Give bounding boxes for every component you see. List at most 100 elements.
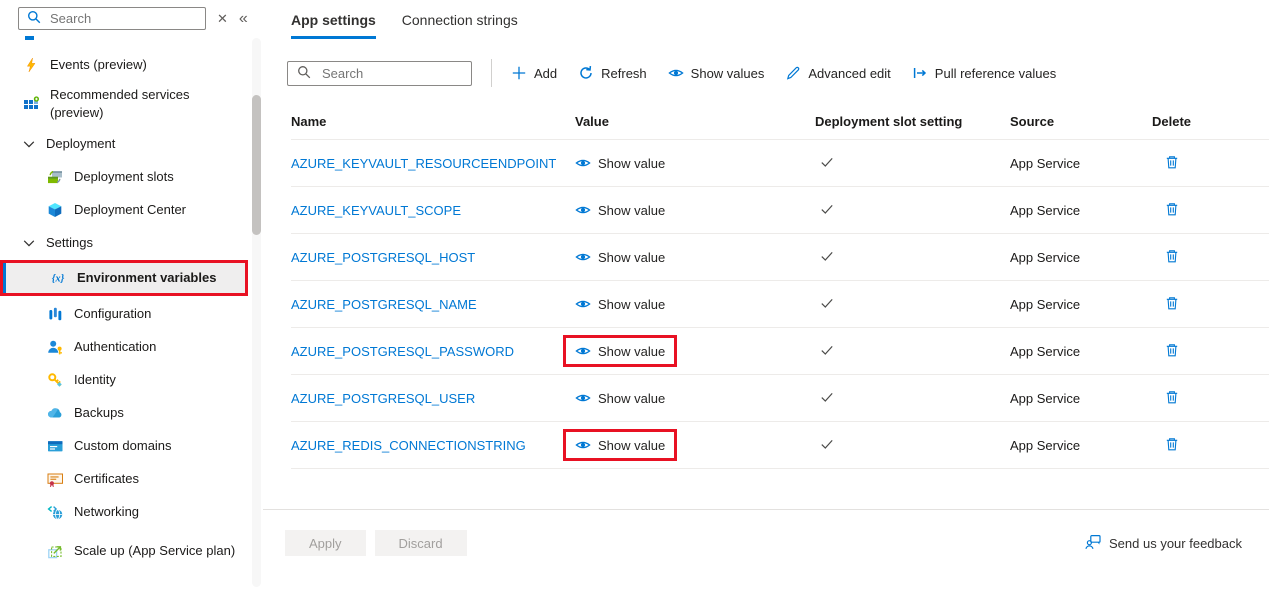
- sidebar-item-environment-variables[interactable]: {x} Environment variables: [3, 263, 245, 293]
- setting-name-link[interactable]: AZURE_POSTGRESQL_USER: [291, 391, 475, 406]
- sidebar-item-certificates[interactable]: Certificates: [0, 462, 263, 495]
- sidebar-item-label: Events (preview): [50, 56, 147, 74]
- sidebar-item-recommended-services-preview[interactable]: Recommended services (preview): [0, 81, 263, 127]
- show-value-button[interactable]: Show value: [563, 147, 677, 179]
- sidebar-item-networking[interactable]: Networking: [0, 495, 263, 528]
- table-search-input[interactable]: [320, 65, 463, 82]
- sidebar-item-settings[interactable]: Settings: [0, 226, 263, 259]
- sidebar-item-label: Backups: [74, 404, 124, 422]
- sidebar-item-identity[interactable]: Identity: [0, 363, 263, 396]
- tab-bar: App settings Connection strings: [263, 0, 1269, 39]
- sidebar-item-custom-domains[interactable]: Custom domains: [0, 429, 263, 462]
- eye-icon: [575, 437, 591, 453]
- feedback-icon: [1085, 534, 1101, 553]
- setting-name-link[interactable]: AZURE_KEYVAULT_RESOURCEENDPOINT: [291, 156, 556, 171]
- pull-reference-values-button[interactable]: Pull reference values: [912, 65, 1056, 81]
- sidebar-scrollbar-thumb[interactable]: [252, 95, 261, 235]
- table-row: AZURE_POSTGRESQL_NAME Show value App Ser…: [291, 281, 1269, 328]
- refresh-button[interactable]: Refresh: [578, 65, 647, 81]
- column-header-value: Value: [575, 114, 815, 129]
- sidebar-item-authentication[interactable]: Authentication: [0, 330, 263, 363]
- slot-setting-checkmark-icon: [819, 205, 835, 220]
- eye-icon: [575, 390, 591, 406]
- certificates-icon: [46, 470, 63, 487]
- table-row: AZURE_POSTGRESQL_USER Show value App Ser…: [291, 375, 1269, 422]
- sidebar-item-label: Environment variables: [77, 269, 216, 287]
- networking-icon: [46, 503, 63, 520]
- delete-row-button[interactable]: [1164, 342, 1180, 358]
- collapse-sidebar-icon[interactable]: «: [239, 11, 248, 27]
- sidebar-item-configuration[interactable]: Configuration: [0, 297, 263, 330]
- lightning-icon: [22, 56, 39, 73]
- eye-icon: [575, 155, 591, 171]
- show-value-label: Show value: [598, 344, 665, 359]
- setting-name-link[interactable]: AZURE_POSTGRESQL_HOST: [291, 250, 475, 265]
- sidebar-item-events-preview[interactable]: Events (preview): [0, 48, 263, 81]
- sidebar-item-scale-up-app-service-plan[interactable]: Scale up (App Service plan): [0, 528, 263, 574]
- configuration-icon: [46, 305, 63, 322]
- sidebar-item-label: Scale up (App Service plan): [74, 542, 235, 560]
- setting-name-link[interactable]: AZURE_KEYVAULT_SCOPE: [291, 203, 461, 218]
- slot-setting-checkmark-icon: [819, 158, 835, 173]
- svg-text:{x}: {x}: [51, 274, 64, 285]
- delete-row-button[interactable]: [1164, 389, 1180, 405]
- sidebar-item-deployment-slots[interactable]: Deployment slots: [0, 160, 263, 193]
- sidebar-item-label: Authentication: [74, 338, 156, 356]
- show-value-button-annotated[interactable]: Show value: [563, 429, 677, 461]
- tab-connection-strings[interactable]: Connection strings: [402, 12, 518, 39]
- search-icon: [26, 9, 42, 28]
- toolbar: Add Refresh Show values Advanced edit Pu…: [287, 59, 1269, 87]
- column-header-source: Source: [1010, 114, 1152, 129]
- sidebar-item-backups[interactable]: Backups: [0, 396, 263, 429]
- send-feedback-link[interactable]: Send us your feedback: [1085, 534, 1242, 553]
- delete-row-button[interactable]: [1164, 295, 1180, 311]
- table-search-box[interactable]: [287, 61, 472, 86]
- backups-cloud-icon: [46, 404, 63, 421]
- deployment-slots-icon: [46, 168, 63, 185]
- pencil-icon: [785, 65, 801, 81]
- show-value-button[interactable]: Show value: [563, 382, 677, 414]
- add-button[interactable]: Add: [511, 65, 557, 81]
- clear-search-icon[interactable]: ✕: [217, 12, 228, 25]
- sidebar-item-label: Certificates: [74, 470, 139, 488]
- show-value-button[interactable]: Show value: [563, 288, 677, 320]
- apply-button[interactable]: Apply: [285, 530, 366, 556]
- slot-setting-checkmark-icon: [819, 299, 835, 314]
- sidebar-item-label: Networking: [74, 503, 139, 521]
- source-value: App Service: [1010, 344, 1152, 359]
- show-values-button[interactable]: Show values: [668, 65, 765, 81]
- main-panel: App settings Connection strings Add Refr…: [263, 0, 1269, 591]
- delete-row-button[interactable]: [1164, 201, 1180, 217]
- sidebar-search-box[interactable]: [18, 7, 206, 30]
- table-header-row: NameValueDeployment slot settingSourceDe…: [291, 100, 1269, 140]
- slot-setting-checkmark-icon: [819, 252, 835, 267]
- sidebar-search-row: ✕ «: [0, 0, 263, 30]
- tab-app-settings[interactable]: App settings: [291, 12, 376, 39]
- delete-row-button[interactable]: [1164, 154, 1180, 170]
- show-value-button-annotated[interactable]: Show value: [563, 335, 677, 367]
- delete-row-button[interactable]: [1164, 248, 1180, 264]
- feedback-label: Send us your feedback: [1109, 536, 1242, 551]
- show-value-button[interactable]: Show value: [563, 241, 677, 273]
- sidebar-item-label: Settings: [46, 234, 93, 252]
- toolbar-button-label: Advanced edit: [808, 66, 890, 81]
- discard-button[interactable]: Discard: [375, 530, 467, 556]
- setting-name-link[interactable]: AZURE_POSTGRESQL_PASSWORD: [291, 344, 514, 359]
- sidebar-item-deployment[interactable]: Deployment: [0, 127, 263, 160]
- setting-name-link[interactable]: AZURE_POSTGRESQL_NAME: [291, 297, 477, 312]
- advanced-edit-button[interactable]: Advanced edit: [785, 65, 890, 81]
- source-value: App Service: [1010, 297, 1152, 312]
- footer-divider: [263, 509, 1269, 510]
- setting-name-link[interactable]: AZURE_REDIS_CONNECTIONSTRING: [291, 438, 526, 453]
- show-value-button[interactable]: Show value: [563, 194, 677, 226]
- sidebar-item-label: Recommended services (preview): [50, 86, 215, 121]
- toolbar-button-label: Pull reference values: [935, 66, 1056, 81]
- show-value-label: Show value: [598, 438, 665, 453]
- delete-row-button[interactable]: [1164, 436, 1180, 452]
- sidebar-item-deployment-center[interactable]: Deployment Center: [0, 193, 263, 226]
- table-row: AZURE_REDIS_CONNECTIONSTRING Show value …: [291, 422, 1269, 469]
- source-value: App Service: [1010, 438, 1152, 453]
- slot-setting-checkmark-icon: [819, 393, 835, 408]
- sidebar-search-input[interactable]: [48, 10, 198, 27]
- search-icon: [296, 64, 312, 83]
